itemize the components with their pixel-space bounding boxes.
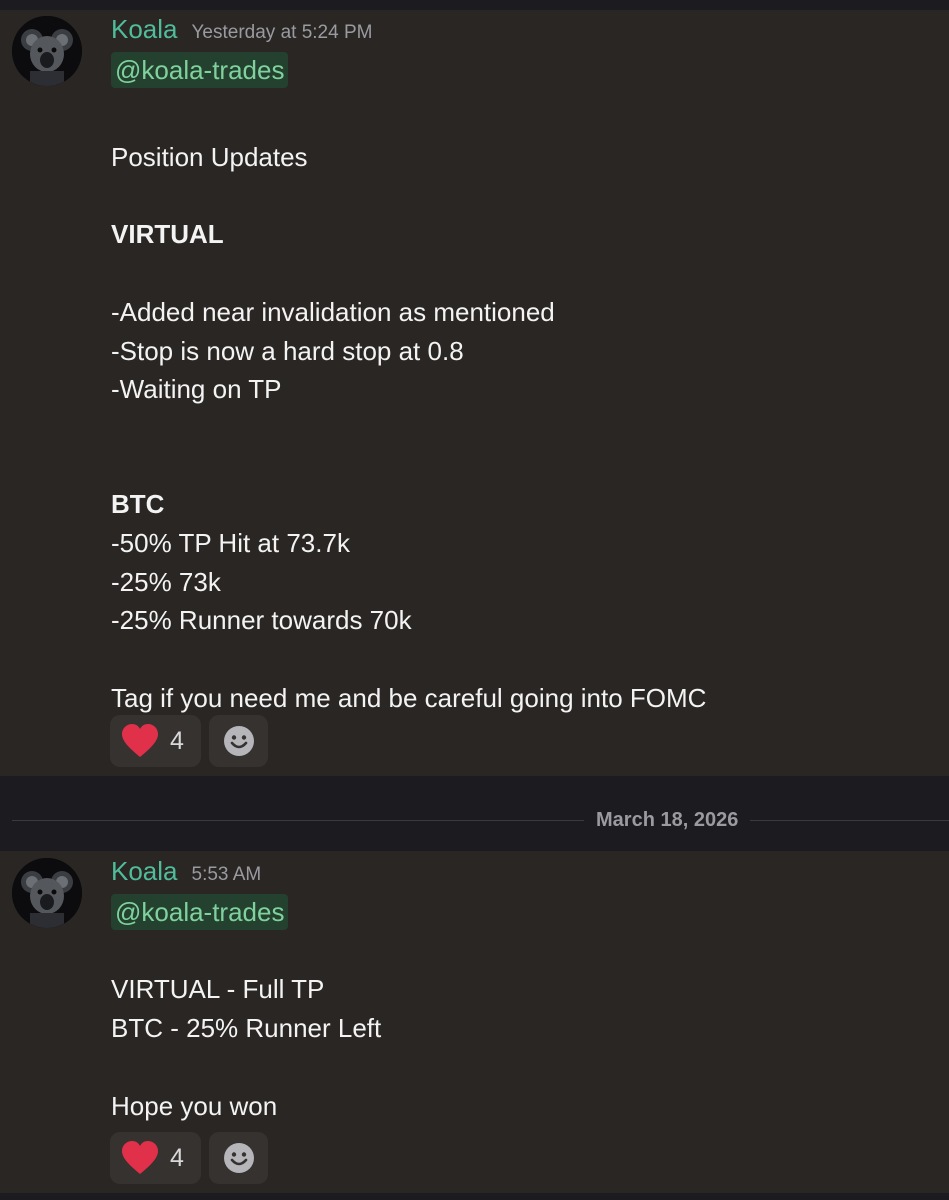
message-line: -50% TP Hit at 73.7k <box>111 528 350 558</box>
message-line: Position Updates <box>111 142 308 172</box>
timestamp[interactable]: 5:53 AM <box>192 864 262 886</box>
avatar[interactable] <box>12 16 82 86</box>
heart-reaction-button[interactable]: 4 <box>110 715 201 767</box>
koala-avatar-icon <box>12 16 82 86</box>
timestamp[interactable]: Yesterday at 5:24 PM <box>192 22 373 44</box>
username[interactable]: Koala <box>111 856 178 887</box>
add-reaction-button[interactable] <box>209 1132 268 1184</box>
message-line: Hope you won <box>111 1091 278 1121</box>
message-line-bold: VIRTUAL <box>111 219 224 249</box>
message-1: Koala Yesterday at 5:24 PM @koala-trades… <box>0 10 949 776</box>
date-divider-label: March 18, 2026 <box>584 806 751 834</box>
username[interactable]: Koala <box>111 14 178 45</box>
role-mention[interactable]: @koala-trades <box>111 52 289 88</box>
message-line: -25% Runner towards 70k <box>111 605 412 635</box>
top-bar <box>0 0 949 10</box>
smiley-icon <box>224 726 254 756</box>
heart-icon <box>122 1141 158 1174</box>
message-line: -Waiting on TP <box>111 374 282 404</box>
smiley-icon <box>224 1143 254 1173</box>
message-line: Tag if you need me and be careful going … <box>111 683 707 713</box>
message-line-bold: BTC <box>111 489 165 519</box>
message-header: Koala Yesterday at 5:24 PM <box>111 14 372 48</box>
role-mention[interactable]: @koala-trades <box>111 894 289 930</box>
date-divider-line <box>12 820 949 821</box>
koala-avatar-icon <box>12 858 82 928</box>
message-line: -Stop is now a hard stop at 0.8 <box>111 336 464 366</box>
message-line: -25% 73k <box>111 567 221 597</box>
avatar[interactable] <box>12 858 82 928</box>
message-line: VIRTUAL - Full TP <box>111 974 325 1004</box>
reaction-count: 4 <box>170 1144 184 1172</box>
message-2: Koala 5:53 AM @koala-trades VIRTUAL - Fu… <box>0 851 949 1193</box>
bottom-bar <box>0 1193 949 1200</box>
reaction-count: 4 <box>170 727 184 755</box>
message-header: Koala 5:53 AM <box>111 856 261 890</box>
message-line: -Added near invalidation as mentioned <box>111 297 555 327</box>
message-line: BTC - 25% Runner Left <box>111 1013 382 1043</box>
heart-icon <box>122 724 158 757</box>
add-reaction-button[interactable] <box>209 715 268 767</box>
heart-reaction-button[interactable]: 4 <box>110 1132 201 1184</box>
